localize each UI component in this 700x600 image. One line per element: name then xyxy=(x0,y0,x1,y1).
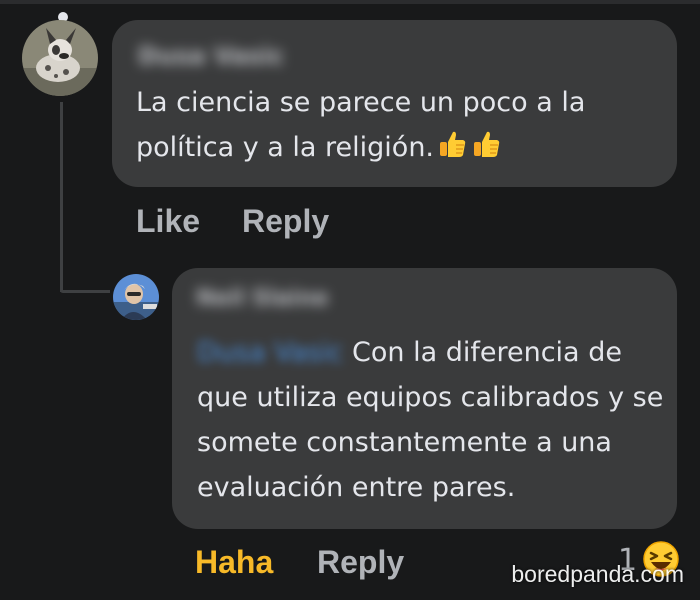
reply-button[interactable]: Reply xyxy=(242,203,329,240)
comment-text: La ciencia se parece un poco a la políti… xyxy=(136,80,666,170)
reply-button[interactable]: Reply xyxy=(317,544,404,581)
comment-text: Dusa Vasic Con la diferencia de que util… xyxy=(197,330,667,510)
avatar[interactable] xyxy=(113,274,159,320)
comment-author[interactable]: Dusa Vasic xyxy=(138,42,284,70)
reply-thread-connector xyxy=(60,290,110,293)
top-divider xyxy=(0,0,700,4)
mention-link[interactable]: Dusa Vasic xyxy=(197,337,343,368)
thumbs-up-icon xyxy=(440,131,466,157)
comment-body: La ciencia se parece un poco a la políti… xyxy=(136,87,586,163)
comment-bubble: Neil Slaine Dusa Vasic Con la diferencia… xyxy=(172,268,677,529)
dog-photo-icon xyxy=(22,20,98,96)
reply-thread-line xyxy=(60,102,63,292)
haha-reaction-button[interactable]: Haha xyxy=(195,544,273,581)
watermark: boredpanda.com xyxy=(511,561,684,587)
like-button[interactable]: Like xyxy=(136,203,200,240)
comment-bubble: Dusa Vasic La ciencia se parece un poco … xyxy=(112,20,677,187)
comment-author[interactable]: Neil Slaine xyxy=(196,286,328,311)
thumbs-up-icon xyxy=(474,131,500,157)
person-photo-icon xyxy=(113,274,159,320)
avatar[interactable] xyxy=(22,20,98,96)
